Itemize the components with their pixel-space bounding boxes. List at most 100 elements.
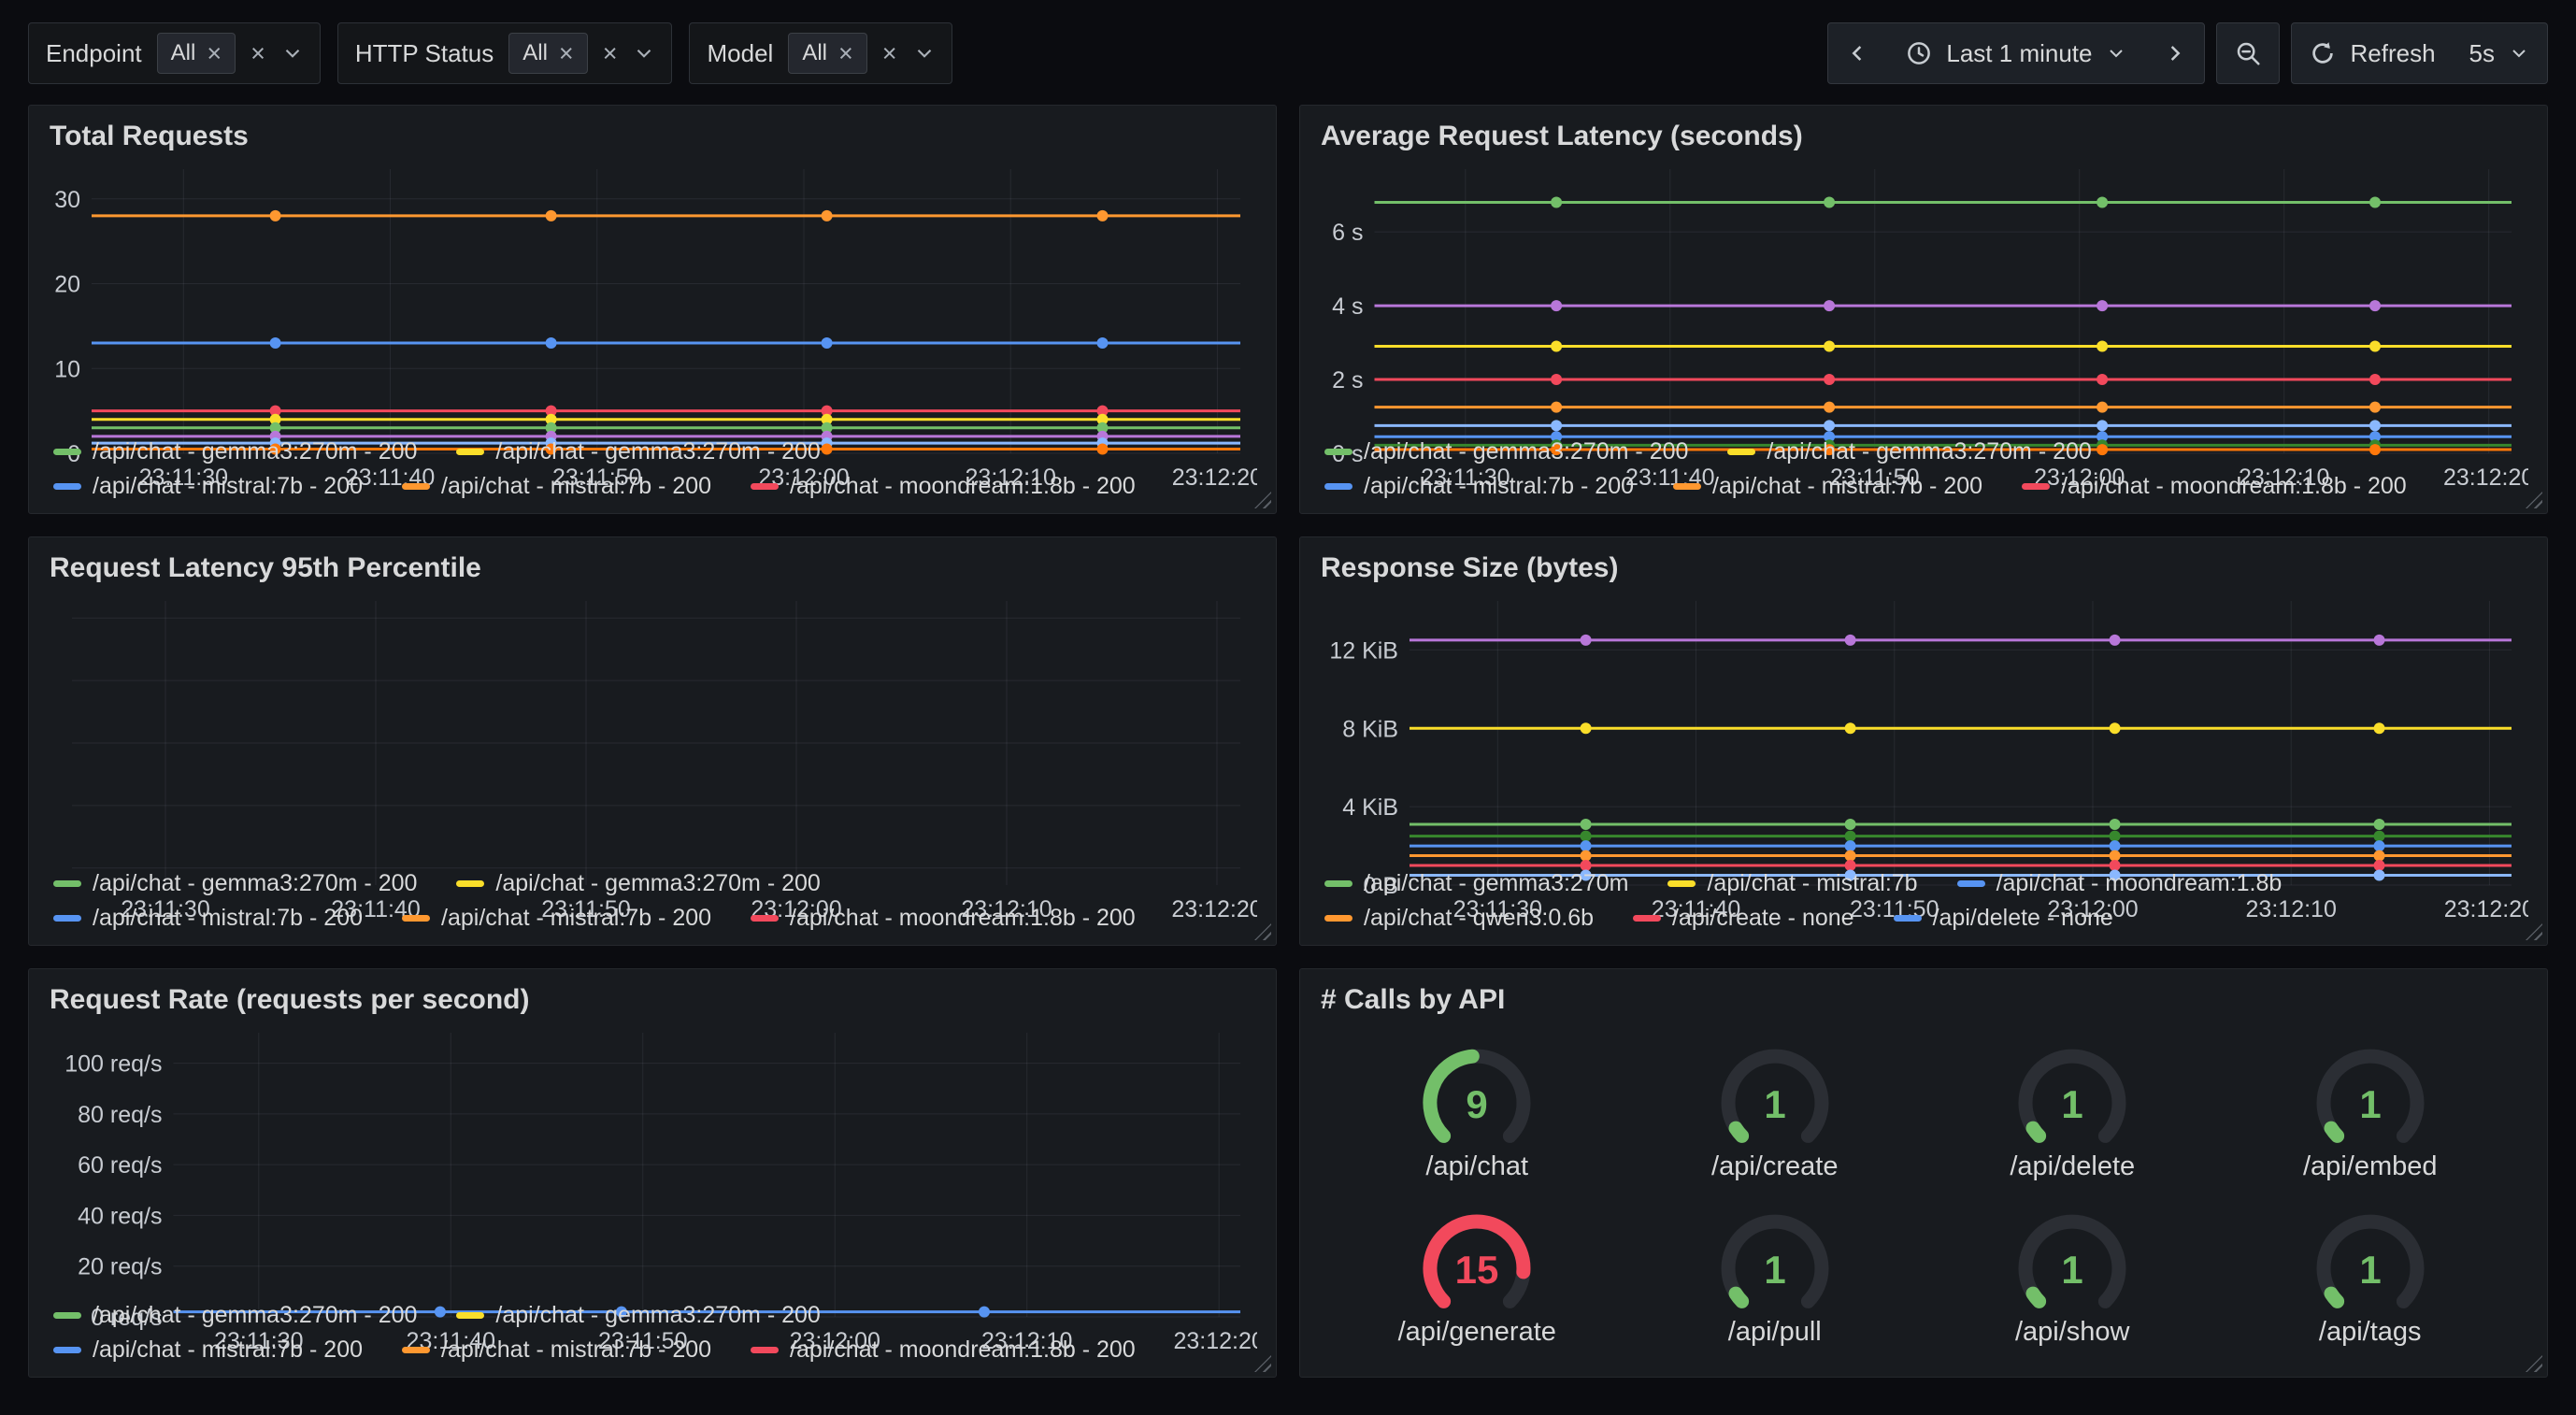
panel-title[interactable]: Total Requests (50, 121, 1257, 152)
legend-item[interactable]: /api/chat - mistral:7b - 200 (53, 473, 363, 500)
legend-item[interactable]: /api/chat - mistral:7b - 200 (1324, 473, 1634, 500)
filter-label: HTTP Status (355, 39, 494, 68)
clock-icon (1905, 39, 1933, 67)
remove-tag-icon[interactable]: × (838, 41, 853, 66)
legend-item[interactable]: /api/chat - gemma3:270m - 200 (456, 870, 820, 897)
legend-item[interactable]: /api/chat - moondream:1.8b - 200 (751, 473, 1136, 500)
time-shift-back-button[interactable] (1828, 23, 1888, 83)
gauge-apitags: 1/api/tags (2300, 1207, 2440, 1348)
legend-row: /api/chat - mistral:7b - 200/api/chat - … (53, 473, 1257, 500)
clear-filter-icon[interactable]: × (603, 41, 618, 66)
series-color-swatch (751, 915, 779, 922)
refresh-interval-value: 5s (2469, 39, 2495, 68)
svg-text:40 req/s: 40 req/s (78, 1203, 162, 1229)
legend-label: /api/chat - mistral:7b - 200 (441, 1336, 711, 1364)
refresh-interval-dropdown[interactable]: 5s (2453, 23, 2547, 83)
svg-text:30: 30 (54, 187, 80, 213)
svg-text:8 KiB: 8 KiB (1342, 716, 1398, 742)
legend-item[interactable]: /api/chat - gemma3:270m - 200 (456, 1302, 820, 1329)
timeseries-chart[interactable]: 23:11:3023:11:4023:11:5023:12:0023:12:10… (1319, 160, 2528, 435)
series-color-swatch (456, 449, 484, 455)
timeseries-chart[interactable]: 23:11:3023:11:4023:11:5023:12:0023:12:10… (48, 160, 1257, 435)
timeseries-chart[interactable]: 23:11:3023:11:4023:11:5023:12:0023:12:10… (48, 592, 1257, 866)
legend-item[interactable]: /api/chat - moondream:1.8b - 200 (751, 905, 1136, 932)
filter-endpoint[interactable]: Endpoint All × × (28, 22, 321, 84)
panel-average-request-latency: Average Request Latency (seconds) 23:11:… (1299, 105, 2548, 514)
series-color-swatch (1667, 880, 1696, 887)
filter-value-pill[interactable]: All × (788, 33, 866, 74)
legend-item[interactable]: /api/delete - none (1894, 905, 2113, 932)
dashboard-toolbar: Endpoint All × × HTTP Status All × × Mod… (0, 0, 2576, 105)
chevron-down-icon[interactable] (632, 41, 656, 65)
panel-title[interactable]: # Calls by API (1321, 984, 2528, 1016)
refresh-button[interactable]: Refresh (2292, 23, 2452, 83)
timeseries-chart[interactable]: 23:11:3023:11:4023:11:5023:12:0023:12:10… (48, 1023, 1257, 1298)
panel-title[interactable]: Response Size (bytes) (1321, 552, 2528, 584)
chevron-down-icon[interactable] (912, 41, 937, 65)
legend-item[interactable]: /api/chat - mistral:7b - 200 (53, 1336, 363, 1364)
remove-tag-icon[interactable]: × (559, 41, 574, 66)
legend-item[interactable]: /api/chat - mistral:7b - 200 (53, 905, 363, 932)
clear-filter-icon[interactable]: × (250, 41, 265, 66)
timeseries-chart[interactable]: 23:11:3023:11:4023:11:5023:12:0023:12:10… (1319, 592, 2528, 866)
series-color-swatch (53, 449, 81, 455)
gauge-value: 1 (2359, 1248, 2381, 1292)
gauge-value: 1 (2062, 1248, 2083, 1292)
chevron-down-icon[interactable] (280, 41, 305, 65)
legend-label: /api/chat - gemma3:270m - 200 (495, 438, 820, 465)
legend-item[interactable]: /api/chat - gemma3:270m - 200 (1727, 438, 2091, 465)
legend-label: /api/delete - none (1933, 905, 2113, 932)
clear-filter-icon[interactable]: × (882, 41, 897, 66)
legend-item[interactable]: /api/chat - gemma3:270m - 200 (456, 438, 820, 465)
filter-http-status[interactable]: HTTP Status All × × (337, 22, 673, 84)
legend-item[interactable]: /api/chat - moondream:1.8b (1957, 870, 2283, 897)
legend-item[interactable]: /api/chat - gemma3:270m - 200 (53, 870, 417, 897)
svg-text:4 KiB: 4 KiB (1342, 794, 1398, 821)
legend-label: /api/create - none (1672, 905, 1854, 932)
legend-label: /api/chat - gemma3:270m - 200 (495, 1302, 820, 1329)
legend-item[interactable]: /api/chat - mistral:7b - 200 (402, 1336, 711, 1364)
legend-item[interactable]: /api/chat - qwen3:0.6b (1324, 905, 1594, 932)
time-range-picker[interactable]: Last 1 minute (1888, 23, 2144, 83)
series-color-swatch (1633, 915, 1661, 922)
time-shift-forward-button[interactable] (2144, 23, 2204, 83)
gauge-value: 9 (1467, 1082, 1488, 1126)
gauge-label: /api/show (2015, 1317, 2130, 1348)
series-color-swatch (53, 1347, 81, 1353)
legend-item[interactable]: /api/chat - gemma3:270m (1324, 870, 1628, 897)
magnifier-minus-icon (2234, 39, 2262, 67)
legend-item[interactable]: /api/chat - mistral:7b (1667, 870, 1917, 897)
filter-value-pill[interactable]: All × (508, 33, 587, 74)
series-color-swatch (1727, 449, 1755, 455)
filter-label: Model (707, 39, 773, 68)
panel-request-latency-p95: Request Latency 95th Percentile 23:11:30… (28, 536, 1277, 946)
gauge-apipull: 1/api/pull (1705, 1207, 1845, 1348)
gauge-value: 1 (2359, 1082, 2381, 1126)
gauge-arc: 9 (1407, 1041, 1547, 1165)
panel-title[interactable]: Request Latency 95th Percentile (50, 552, 1257, 584)
legend-row: /api/chat - gemma3:270m - 200/api/chat -… (53, 438, 1257, 465)
legend-item[interactable]: /api/chat - moondream:1.8b - 200 (751, 1336, 1136, 1364)
legend-item[interactable]: /api/chat - mistral:7b - 200 (402, 473, 711, 500)
zoom-out-time-button[interactable] (2216, 22, 2280, 84)
series-color-swatch (1957, 880, 1985, 887)
legend-item[interactable]: /api/chat - moondream:1.8b - 200 (2022, 473, 2407, 500)
remove-tag-icon[interactable]: × (207, 41, 222, 66)
panel-grid: Total Requests 23:11:3023:11:4023:11:502… (0, 105, 2576, 1402)
gauge-arc: 1 (2002, 1041, 2142, 1165)
panel-title[interactable]: Request Rate (requests per second) (50, 984, 1257, 1016)
legend-item[interactable]: /api/chat - gemma3:270m - 200 (1324, 438, 1688, 465)
legend-label: /api/chat - mistral:7b - 200 (93, 905, 363, 932)
legend-row: /api/chat - mistral:7b - 200/api/chat - … (53, 1336, 1257, 1364)
legend-item[interactable]: /api/chat - mistral:7b - 200 (1673, 473, 1982, 500)
legend-item[interactable]: /api/create - none (1633, 905, 1854, 932)
legend-item[interactable]: /api/chat - gemma3:270m - 200 (53, 438, 417, 465)
legend-label: /api/chat - mistral:7b - 200 (441, 473, 711, 500)
svg-text:20 req/s: 20 req/s (78, 1254, 162, 1280)
chevron-down-icon (2105, 42, 2127, 64)
filter-value-pill[interactable]: All × (157, 33, 236, 74)
legend-item[interactable]: /api/chat - mistral:7b - 200 (402, 905, 711, 932)
filter-model[interactable]: Model All × × (689, 22, 952, 84)
legend-item[interactable]: /api/chat - gemma3:270m - 200 (53, 1302, 417, 1329)
panel-title[interactable]: Average Request Latency (seconds) (1321, 121, 2528, 152)
